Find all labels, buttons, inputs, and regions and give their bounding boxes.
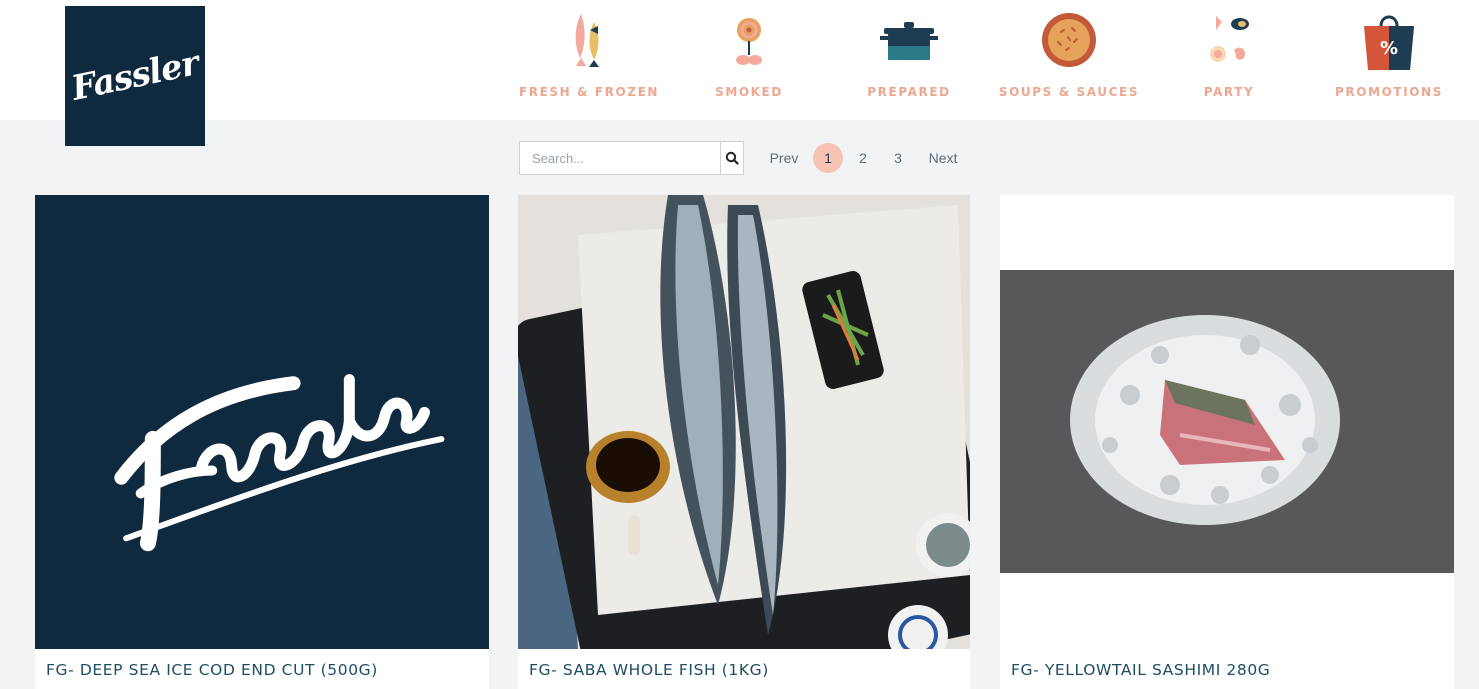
brand-logo-text: Fassler [68, 43, 202, 109]
product-title[interactable]: FG- DEEP SEA ICE COD END CUT (500G) [46, 661, 378, 679]
search-input[interactable] [520, 142, 720, 174]
party-platter-icon [1210, 16, 1249, 62]
shopping-bag-percent-icon: % [1364, 15, 1414, 70]
pot-icon [880, 22, 938, 60]
brand-logo[interactable]: Fassler [65, 6, 205, 146]
product-image[interactable] [35, 195, 489, 649]
soup-bowl-icon [1042, 13, 1096, 67]
fassler-logo-image [114, 374, 445, 552]
nav-label: FRESH & FROZEN [518, 85, 660, 99]
saba-fish-photo [518, 195, 970, 649]
search-icon [725, 151, 739, 165]
nav-label: PREPARED [867, 85, 951, 99]
yellowtail-on-ice-photo [1000, 270, 1454, 573]
nav-smoked[interactable]: SMOKED [669, 0, 829, 120]
pagination-page-1[interactable]: 1 [813, 143, 843, 173]
search-button[interactable] [720, 142, 743, 174]
svg-text:%: % [1380, 38, 1398, 59]
product-image[interactable] [1000, 195, 1454, 649]
nav-prepared[interactable]: PREPARED [829, 0, 989, 120]
product-title[interactable]: FG- SABA WHOLE FISH (1KG) [529, 661, 769, 679]
product-card[interactable]: FG- SABA WHOLE FISH (1KG) [518, 195, 970, 689]
product-card[interactable]: FG- DEEP SEA ICE COD END CUT (500G) [35, 195, 489, 689]
nav-promotions[interactable]: % PROMOTIONS [1309, 0, 1469, 120]
nav-label: PROMOTIONS [1335, 85, 1443, 99]
product-image[interactable] [518, 195, 970, 649]
product-card[interactable]: FG- YELLOWTAIL SASHIMI 280G [1000, 195, 1454, 689]
pagination-page-2[interactable]: 2 [853, 143, 873, 173]
nav-party[interactable]: PARTY [1149, 0, 1309, 120]
fish-icon [575, 14, 599, 67]
nav-soups-sauces[interactable]: SOUPS & SAUCES [989, 0, 1149, 120]
nav-label: PARTY [1203, 85, 1255, 99]
pagination-next[interactable]: Next [925, 143, 961, 173]
nav-label: SMOKED [715, 85, 783, 99]
pagination-page-3[interactable]: 3 [888, 143, 908, 173]
nav-fresh-frozen[interactable]: FRESH & FROZEN [509, 0, 669, 120]
pagination-prev[interactable]: Prev [766, 143, 802, 173]
smoked-salmon-icon [736, 18, 762, 65]
product-title[interactable]: FG- YELLOWTAIL SASHIMI 280G [1011, 661, 1270, 679]
search-box [519, 141, 744, 175]
nav-label: SOUPS & SAUCES [998, 85, 1140, 99]
